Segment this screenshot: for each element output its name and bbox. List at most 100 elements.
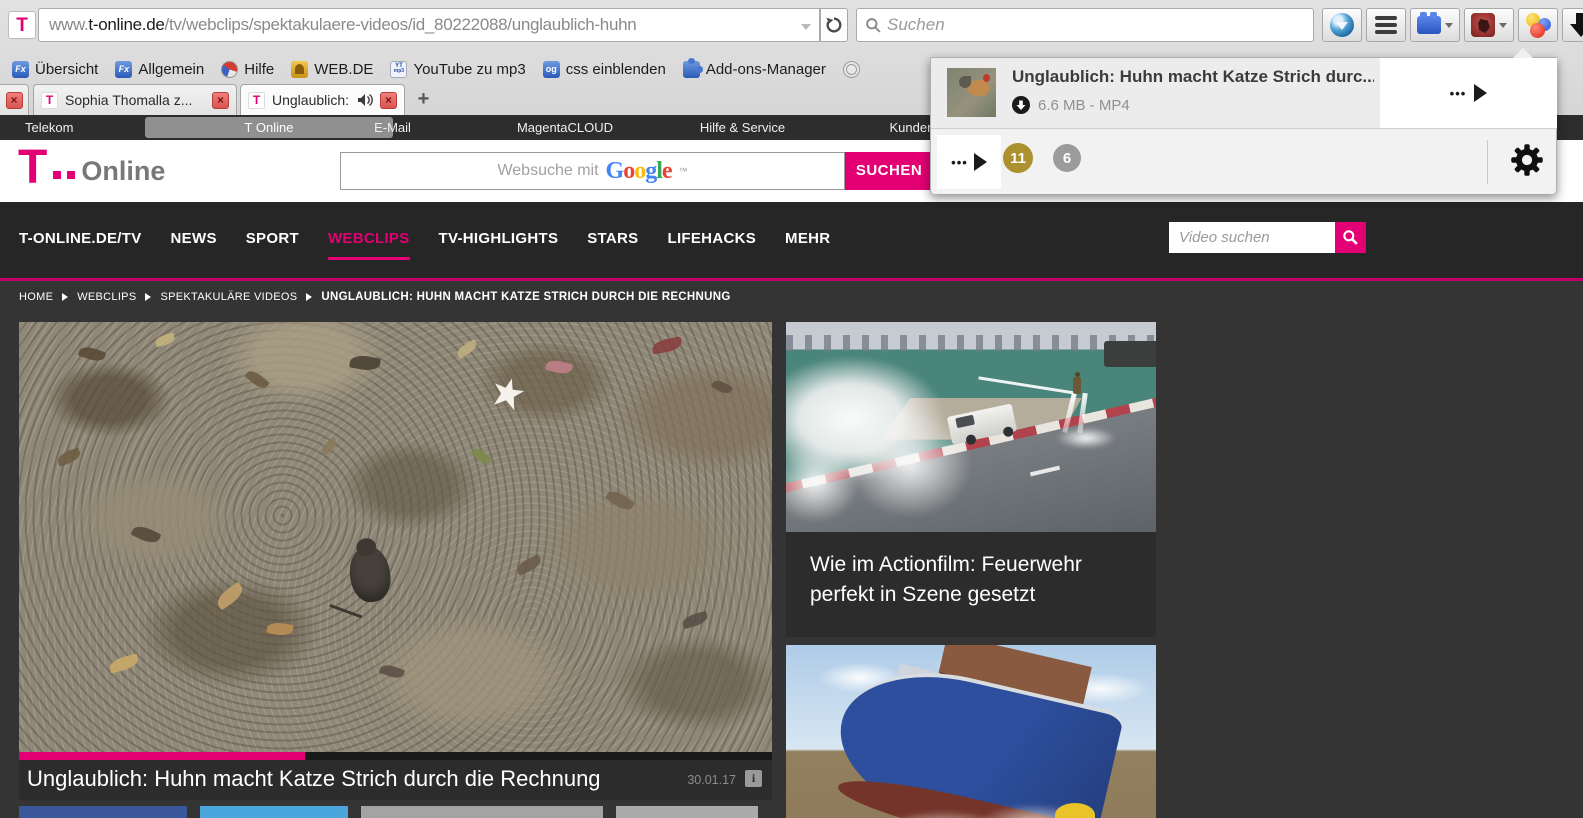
site-identity-favicon[interactable]: T (8, 11, 36, 39)
screen: T www.t-online.de/tv/webclips/spektakula… (0, 0, 1583, 818)
active-downloads-badge[interactable]: 11 (1003, 143, 1033, 173)
nav-item-stars[interactable]: STARS (587, 230, 638, 247)
web-search-submit-button[interactable]: SUCHEN (845, 152, 933, 190)
addon-blue-button[interactable] (1410, 8, 1460, 42)
close-tab-icon[interactable]: × (5, 91, 23, 109)
more-dots-icon: ••• (1449, 85, 1467, 101)
breadcrumb: HOME WEBCLIPS SPEKTAKULÄRE VIDEOS UNGLAU… (19, 287, 731, 307)
main-video-caption: Unglaublich: Huhn macht Katze Strich dur… (19, 760, 772, 800)
video-search-button[interactable] (1335, 222, 1366, 253)
bookmark-label: Hilfe (244, 60, 275, 78)
breadcrumb-webclips[interactable]: WEBCLIPS (77, 291, 136, 303)
url-dropdown-icon[interactable] (801, 24, 811, 30)
bookmark-addons-manager[interactable]: Add-ons-Manager (682, 57, 826, 78)
close-tab-icon[interactable]: × (380, 91, 397, 109)
texture-leaf (244, 367, 270, 392)
smoke-cloud (786, 355, 994, 532)
breadcrumb-home[interactable]: HOME (19, 291, 53, 303)
bookmark-hilfe[interactable]: Hilfe (221, 60, 275, 78)
share-facebook-button[interactable] (19, 806, 187, 818)
breadcrumb-current-page: UNGLAUBLICH: HUHN MACHT KATZE STRICH DUR… (321, 291, 731, 303)
new-tab-button[interactable]: + (410, 88, 437, 112)
chevron-down-icon (1499, 22, 1507, 28)
tab-unglaublich-active[interactable]: T Unglaublich: H... × (240, 84, 405, 115)
breadcrumb-arrow-icon (306, 293, 313, 301)
reload-button[interactable] (820, 8, 848, 42)
nav-item-tv-highlights[interactable]: TV-HIGHLIGHTS (439, 230, 559, 247)
web-search-box[interactable]: Websuche mit Google ™ (340, 152, 845, 190)
addon-red-button[interactable] (1464, 8, 1514, 42)
breadcrumb-spektakulaere-videos[interactable]: SPEKTAKULÄRE VIDEOS (160, 291, 297, 303)
related-video-card-1: Wie im Actionfilm: Feuerwehr perfekt in … (786, 322, 1156, 637)
topbar-item-magentacloud[interactable]: MagentaCLOUD (490, 115, 640, 140)
queued-downloads-badge[interactable]: 6 (1053, 144, 1081, 172)
nav-item-mehr[interactable]: MEHR (785, 230, 830, 247)
nav-item-tv[interactable]: T-ONLINE.DE/TV (19, 230, 142, 247)
breadcrumb-arrow-icon (62, 293, 69, 301)
downloads-button[interactable] (1562, 8, 1583, 42)
nav-item-sport[interactable]: SPORT (246, 230, 299, 247)
download-item-actions[interactable]: ••• (1380, 58, 1557, 129)
browser-search-box[interactable] (856, 8, 1314, 42)
main-video-player[interactable] (19, 322, 772, 752)
bookmark-label: WEB.DE (314, 60, 374, 78)
t-online-favicon: T (41, 91, 58, 109)
bookmark-allgemein[interactable]: Fx Allgemein (115, 60, 204, 78)
texture-leaf (514, 553, 544, 576)
video-search-input[interactable] (1169, 222, 1335, 253)
nav-item-news[interactable]: NEWS (171, 230, 217, 247)
tab-audio-icon[interactable] (357, 93, 373, 107)
texture-leaf (319, 437, 339, 457)
related-video-1-thumbnail[interactable] (786, 322, 1156, 532)
texture-leaf (153, 332, 176, 348)
related-video-2-thumbnail[interactable] (786, 645, 1156, 818)
bookmark-globe[interactable] (842, 60, 860, 78)
info-icon[interactable]: i (745, 770, 762, 787)
bookmark-label: Add-ons-Manager (705, 60, 826, 78)
nav-item-lifehacks[interactable]: LIFEHACKS (667, 230, 756, 247)
share-button-gray-2[interactable] (616, 806, 758, 818)
video-search-box[interactable] (1169, 222, 1335, 253)
video-progress-bar[interactable] (19, 752, 772, 760)
main-video-title: Unglaublich: Huhn macht Katze Strich dur… (27, 766, 601, 791)
water-foam (1056, 427, 1117, 449)
share-button-gray-1[interactable] (361, 806, 603, 818)
bookmark-uebersicht[interactable]: Fx Übersicht (12, 60, 98, 78)
download-arrow-icon (1570, 13, 1583, 37)
breadcrumb-arrow-icon (145, 293, 152, 301)
texture-leaf (108, 653, 141, 675)
og-icon: og (542, 60, 560, 78)
chicken-thumbnail-figure (959, 74, 990, 96)
t-online-logo[interactable]: T Online (18, 143, 165, 191)
url-bar[interactable]: www.t-online.de/tv/webclips/spektakulaer… (38, 8, 820, 42)
thunderbird-button[interactable] (1322, 8, 1362, 42)
fx-icon: Fx (12, 60, 29, 78)
tab-sophia-thomalla[interactable]: T Sophia Thomalla z... × (33, 84, 237, 115)
bookmark-webde[interactable]: WEB.DE (291, 60, 374, 78)
texture-leaf (55, 447, 82, 467)
related-video-card-2 (786, 645, 1156, 818)
url-text: www.t-online.de/tv/webclips/spektakulaer… (49, 15, 636, 35)
related-video-1-caption[interactable]: Wie im Actionfilm: Feuerwehr perfekt in … (786, 532, 1156, 637)
main-video-date: 30.01.17 (687, 773, 736, 787)
bookmark-css-einblenden[interactable]: og css einblenden (542, 60, 666, 78)
tab-fragment[interactable]: × (0, 84, 29, 115)
popup-more-actions-button[interactable]: ••• (937, 135, 1001, 189)
topbar-item-hilfe-service[interactable]: Hilfe & Service (670, 115, 815, 140)
topbar-item-telekom[interactable]: Telekom (25, 115, 85, 140)
download-item[interactable]: Unglaublich: Huhn macht Katze Strich dur… (931, 58, 1380, 129)
yt-mp3-icon: YT mp3 (390, 60, 408, 78)
texture-leaf (349, 353, 382, 373)
share-twitter-button[interactable] (200, 806, 348, 818)
browser-search-input[interactable] (887, 10, 1297, 40)
nav-item-webclips-active[interactable]: WEBCLIPS (327, 230, 410, 260)
topbar-item-email[interactable]: E-Mail (340, 115, 445, 140)
close-tab-icon[interactable]: × (212, 91, 229, 109)
menu-button[interactable] (1366, 8, 1406, 42)
texture-leaf (605, 487, 636, 514)
gear-icon[interactable] (1509, 142, 1545, 178)
texture-leaf (710, 377, 733, 397)
downloadhelper-button[interactable] (1518, 8, 1558, 42)
bookmark-youtube-mp3[interactable]: YT mp3 YouTube zu mp3 (390, 60, 526, 78)
thunderbird-icon (1330, 13, 1354, 37)
